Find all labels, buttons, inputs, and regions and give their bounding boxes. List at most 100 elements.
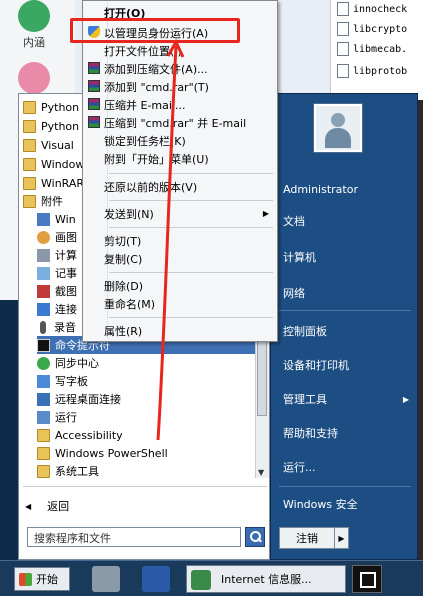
folder-icon <box>23 194 36 208</box>
file-list-panel: innocheck libcrypto libmecab. libprotob <box>330 0 423 100</box>
ctx-item-compress-email[interactable]: 压缩并 E-mail... <box>85 96 275 113</box>
program-item[interactable]: 录音 <box>37 318 76 336</box>
ctx-item-cut[interactable]: 剪切(T) <box>85 232 275 249</box>
projector-icon <box>37 302 50 316</box>
start-menu-places-pane: Administrator 文档 计算机 网络 控制面板 设备和打印机 管理工具… <box>270 93 418 560</box>
notepad-icon <box>37 266 50 280</box>
file-item[interactable]: libmecab. <box>337 40 407 58</box>
program-item[interactable]: 附件 <box>23 192 63 210</box>
folder-icon <box>37 428 50 442</box>
places-item-help[interactable]: 帮助和支持 <box>283 422 413 444</box>
program-item[interactable]: 运行 <box>37 408 77 426</box>
ctx-item-add-archive[interactable]: 添加到压缩文件(A)... <box>85 60 275 77</box>
ctx-item-pin-taskbar[interactable]: 锁定到任务栏(K) <box>85 132 275 149</box>
powershell-icon[interactable] <box>142 566 170 592</box>
remote-desktop-icon <box>37 392 50 406</box>
file-item[interactable]: libcrypto <box>337 20 407 38</box>
ctx-item-properties[interactable]: 属性(R) <box>85 322 275 339</box>
places-item-admin-tools[interactable]: 管理工具 ▶ <box>283 388 413 410</box>
taskbar-task-iis[interactable]: Internet 信息服... <box>186 565 346 593</box>
windows-logo-icon <box>19 572 32 586</box>
divider <box>109 317 273 318</box>
places-item-devices-printers[interactable]: 设备和打印机 <box>283 354 413 376</box>
places-item-user[interactable]: Administrator <box>283 178 413 200</box>
places-item-windows-security[interactable]: Windows 安全 <box>283 493 413 515</box>
folder-icon <box>23 100 36 114</box>
ctx-item-add-cmd-rar[interactable]: 添加到 "cmd.rar"(T) <box>85 78 275 95</box>
ctx-item-open-location[interactable]: 打开文件位置(I) <box>85 42 275 59</box>
divider <box>23 486 267 487</box>
divider <box>279 486 411 487</box>
file-item[interactable]: libprotob <box>337 62 407 80</box>
scroll-down-arrow-icon[interactable]: ▼ <box>258 468 264 477</box>
tray-app-icon[interactable] <box>352 565 382 593</box>
app-icon <box>37 212 50 226</box>
back-arrow-icon: ◀ <box>25 501 32 511</box>
folder-icon <box>23 138 36 152</box>
winrar-icon <box>88 62 100 74</box>
bear-icon <box>18 62 50 94</box>
program-item[interactable]: Accessibility <box>37 426 123 444</box>
ctx-item-restore-versions[interactable]: 还原以前的版本(V) <box>85 178 275 195</box>
program-item[interactable]: Windows PowerShell <box>37 444 168 462</box>
divider <box>109 200 273 201</box>
places-item-computer[interactable]: 计算机 <box>283 246 413 268</box>
logoff-button[interactable]: 注销 <box>279 527 335 549</box>
power-options-arrow-icon[interactable]: ▶ <box>335 527 349 549</box>
program-item[interactable]: 画图 <box>37 228 77 246</box>
divider <box>279 310 411 311</box>
program-item[interactable]: 连接 <box>37 300 77 318</box>
program-item[interactable]: 同步中心 <box>37 354 99 372</box>
background-window-edge-left <box>0 300 18 560</box>
file-icon <box>337 64 349 78</box>
avatar[interactable] <box>314 104 362 152</box>
ctx-item-rename[interactable]: 重命名(M) <box>85 295 275 312</box>
wordpad-icon <box>37 374 50 388</box>
program-item[interactable]: Window <box>23 155 84 173</box>
program-item[interactable]: Python <box>23 98 79 116</box>
ctx-item-copy[interactable]: 复制(C) <box>85 250 275 267</box>
iis-icon <box>191 570 211 590</box>
divider <box>109 173 273 174</box>
folder-icon <box>37 446 50 460</box>
calculator-icon <box>37 248 50 262</box>
highlight-box <box>70 18 240 43</box>
places-item-network[interactable]: 网络 <box>283 282 413 304</box>
divider <box>109 227 273 228</box>
file-icon <box>337 42 349 56</box>
start-button[interactable]: 开始 <box>14 567 70 591</box>
server-manager-icon[interactable] <box>92 566 120 592</box>
file-icon <box>337 2 349 16</box>
program-item[interactable]: Visual <box>23 136 74 154</box>
file-icon <box>337 22 349 36</box>
ctx-item-send-to[interactable]: 发送到(N) ▶ <box>85 205 275 222</box>
ctx-item-delete[interactable]: 删除(D) <box>85 277 275 294</box>
folder-icon <box>23 157 36 171</box>
desktop-icon-bear[interactable] <box>14 62 54 94</box>
program-item[interactable]: WinRAR <box>23 174 84 192</box>
divider <box>109 272 273 273</box>
search-input[interactable]: 搜索程序和文件 <box>27 527 241 547</box>
places-item-documents[interactable]: 文档 <box>283 210 413 232</box>
program-item[interactable]: 远程桌面连接 <box>37 390 121 408</box>
snipping-icon <box>37 284 50 298</box>
places-item-control-panel[interactable]: 控制面板 <box>283 320 413 342</box>
program-item[interactable]: 记事 <box>37 264 77 282</box>
file-item[interactable]: innocheck <box>337 0 407 18</box>
search-icon[interactable] <box>245 527 265 547</box>
program-item[interactable]: 计算 <box>37 246 77 264</box>
program-item[interactable]: 系统工具 <box>37 462 99 478</box>
ctx-item-pin-start[interactable]: 附到「开始」菜单(U) <box>85 150 275 167</box>
back-button[interactable]: ◀ 返回 <box>25 496 69 516</box>
program-item[interactable]: 截图 <box>37 282 77 300</box>
submenu-arrow-icon: ▶ <box>402 394 409 404</box>
places-item-run[interactable]: 运行... <box>283 456 413 478</box>
folder-icon <box>23 176 36 190</box>
app-icon-green <box>18 0 50 32</box>
ctx-item-compress-cmd-email[interactable]: 压缩到 "cmd.rar" 并 E-mail <box>85 114 275 131</box>
winrar-icon <box>88 98 100 110</box>
program-item[interactable]: 写字板 <box>37 372 88 390</box>
desktop-icon-app[interactable]: 内涵 <box>14 0 54 50</box>
program-item[interactable]: Win <box>37 210 76 228</box>
program-item[interactable]: Python <box>23 117 79 135</box>
